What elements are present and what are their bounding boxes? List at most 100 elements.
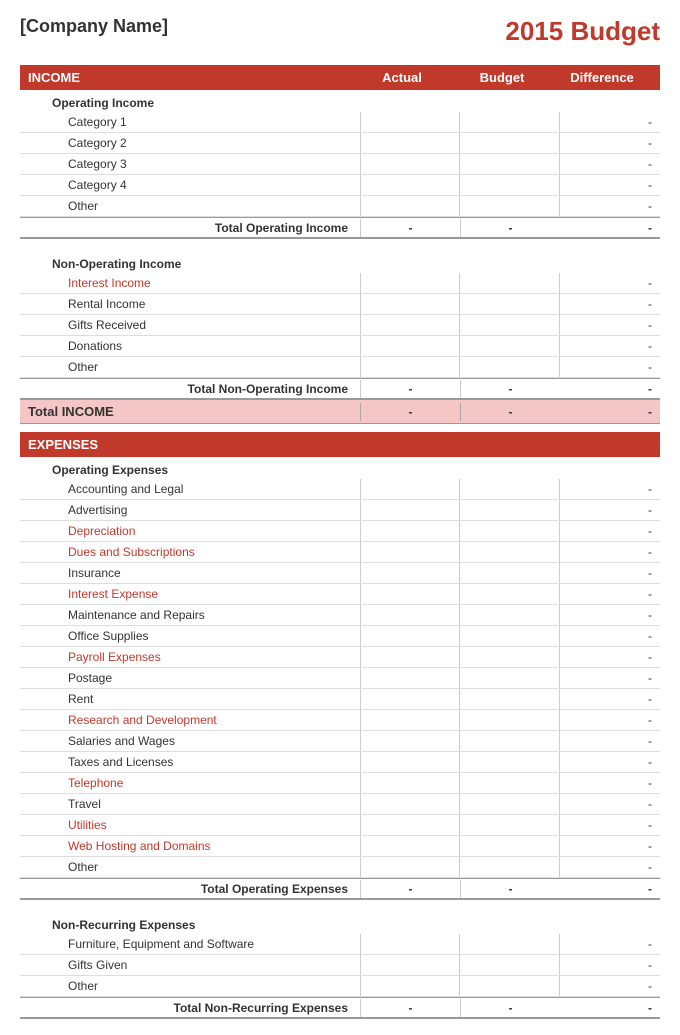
actual-input-cell[interactable]: [360, 647, 460, 667]
budget-input-cell[interactable]: [460, 315, 560, 335]
grand-total-budget: -: [460, 403, 560, 421]
actual-input-cell[interactable]: [360, 175, 460, 195]
total-diff: -: [560, 1001, 660, 1015]
budget-input-cell[interactable]: [460, 815, 560, 835]
actual-input-cell[interactable]: [360, 752, 460, 772]
budget-input-cell[interactable]: [460, 857, 560, 877]
diff-cell: -: [560, 671, 660, 685]
diff-cell: -: [560, 115, 660, 129]
table-row: Category 3 -: [20, 154, 660, 175]
budget-input-cell[interactable]: [460, 584, 560, 604]
grand-total-diff: -: [560, 405, 660, 419]
budget-input-cell[interactable]: [460, 357, 560, 377]
budget-input-cell[interactable]: [460, 794, 560, 814]
actual-input-cell[interactable]: [360, 521, 460, 541]
budget-input-cell[interactable]: [460, 563, 560, 583]
table-row: Category 1 -: [20, 112, 660, 133]
table-row: Category 4 -: [20, 175, 660, 196]
budget-input-cell[interactable]: [460, 175, 560, 195]
budget-input-cell[interactable]: [460, 626, 560, 646]
budget-input-cell[interactable]: [460, 273, 560, 293]
actual-input-cell[interactable]: [360, 976, 460, 996]
table-row: Payroll Expenses -: [20, 647, 660, 668]
table-row: Depreciation -: [20, 521, 660, 542]
actual-input-cell[interactable]: [360, 154, 460, 174]
budget-input-cell[interactable]: [460, 836, 560, 856]
actual-input-cell[interactable]: [360, 357, 460, 377]
budget-input-cell[interactable]: [460, 605, 560, 625]
row-label: Rent: [20, 690, 360, 708]
budget-input-cell[interactable]: [460, 336, 560, 356]
actual-input-cell[interactable]: [360, 857, 460, 877]
diff-cell: -: [560, 692, 660, 706]
budget-input-cell[interactable]: [460, 752, 560, 772]
table-row: Taxes and Licenses -: [20, 752, 660, 773]
table-row: Interest Expense -: [20, 584, 660, 605]
actual-input-cell[interactable]: [360, 133, 460, 153]
budget-input-cell[interactable]: [460, 196, 560, 216]
diff-cell: -: [560, 608, 660, 622]
total-diff: -: [560, 382, 660, 396]
total-non-recurring-expenses-label: Total Non-Recurring Expenses: [20, 1001, 360, 1015]
income-diff-header: Difference: [552, 70, 652, 85]
actual-input-cell[interactable]: [360, 626, 460, 646]
actual-input-cell[interactable]: [360, 773, 460, 793]
row-label: Other: [20, 977, 360, 995]
actual-input-cell[interactable]: [360, 294, 460, 314]
actual-input-cell[interactable]: [360, 815, 460, 835]
actual-input-cell[interactable]: [360, 112, 460, 132]
budget-input-cell[interactable]: [460, 955, 560, 975]
budget-input-cell[interactable]: [460, 668, 560, 688]
budget-input-cell[interactable]: [460, 773, 560, 793]
row-label: Furniture, Equipment and Software: [20, 935, 360, 953]
actual-input-cell[interactable]: [360, 605, 460, 625]
budget-input-cell[interactable]: [460, 154, 560, 174]
actual-input-cell[interactable]: [360, 668, 460, 688]
diff-cell: -: [560, 776, 660, 790]
actual-input-cell[interactable]: [360, 794, 460, 814]
row-label: Gifts Given: [20, 956, 360, 974]
budget-input-cell[interactable]: [460, 112, 560, 132]
actual-input-cell[interactable]: [360, 955, 460, 975]
row-label: Category 2: [20, 134, 360, 152]
actual-input-cell[interactable]: [360, 315, 460, 335]
grand-total-actual: -: [360, 403, 460, 421]
total-actual: -: [360, 880, 460, 898]
row-label: Category 1: [20, 113, 360, 131]
table-row: Travel -: [20, 794, 660, 815]
actual-input-cell[interactable]: [360, 500, 460, 520]
actual-input-cell[interactable]: [360, 563, 460, 583]
actual-input-cell[interactable]: [360, 479, 460, 499]
operating-income-label: Operating Income: [20, 90, 660, 112]
diff-cell: -: [560, 650, 660, 664]
table-row: Advertising -: [20, 500, 660, 521]
budget-input-cell[interactable]: [460, 976, 560, 996]
table-row: Telephone -: [20, 773, 660, 794]
actual-input-cell[interactable]: [360, 196, 460, 216]
actual-input-cell[interactable]: [360, 836, 460, 856]
budget-input-cell[interactable]: [460, 294, 560, 314]
expenses-label: EXPENSES: [28, 437, 652, 452]
actual-input-cell[interactable]: [360, 584, 460, 604]
budget-input-cell[interactable]: [460, 542, 560, 562]
table-row: Rent -: [20, 689, 660, 710]
actual-input-cell[interactable]: [360, 934, 460, 954]
actual-input-cell[interactable]: [360, 731, 460, 751]
table-row: Donations -: [20, 336, 660, 357]
table-row: Gifts Given -: [20, 955, 660, 976]
budget-input-cell[interactable]: [460, 479, 560, 499]
budget-input-cell[interactable]: [460, 647, 560, 667]
budget-input-cell[interactable]: [460, 731, 560, 751]
actual-input-cell[interactable]: [360, 689, 460, 709]
actual-input-cell[interactable]: [360, 273, 460, 293]
total-diff: -: [560, 221, 660, 235]
actual-input-cell[interactable]: [360, 542, 460, 562]
actual-input-cell[interactable]: [360, 336, 460, 356]
budget-input-cell[interactable]: [460, 689, 560, 709]
budget-input-cell[interactable]: [460, 934, 560, 954]
actual-input-cell[interactable]: [360, 710, 460, 730]
budget-input-cell[interactable]: [460, 710, 560, 730]
budget-input-cell[interactable]: [460, 500, 560, 520]
budget-input-cell[interactable]: [460, 521, 560, 541]
budget-input-cell[interactable]: [460, 133, 560, 153]
